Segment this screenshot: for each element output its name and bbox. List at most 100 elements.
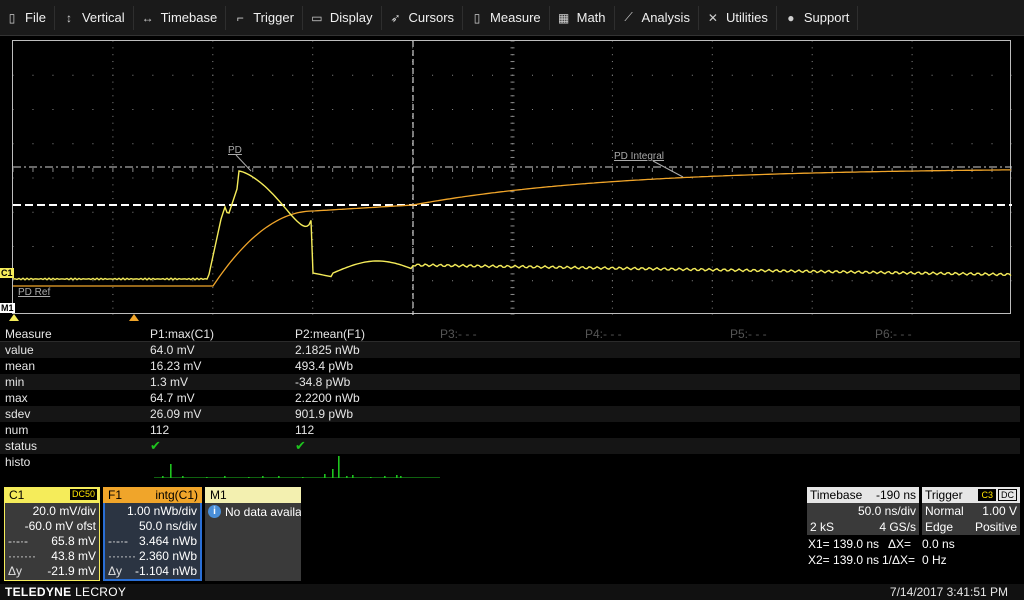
grid-dot <box>811 177 813 179</box>
grid-dot <box>811 163 813 165</box>
menu-vertical[interactable]: ↕ Vertical <box>55 5 134 30</box>
measure-row-max: max 64.7 mV 2.2200 nWb <box>0 390 1020 406</box>
grid-dot <box>811 259 813 261</box>
c1-pulse-trace <box>13 170 1012 281</box>
grid-dot <box>212 225 214 227</box>
menu-timebase[interactable]: ↔ Timebase <box>134 5 227 30</box>
menu-utilities[interactable]: ✕ Utilities <box>699 5 777 30</box>
menu-display[interactable]: ▭ Display <box>303 5 382 30</box>
grid-dot <box>252 74 254 76</box>
grid-dot <box>312 191 314 193</box>
grid-dot <box>651 211 653 213</box>
timebase-descriptor[interactable]: Timebase -190 ns 50.0 ns/div 2 kS 4 GS/s <box>807 487 919 535</box>
measure-param-p3[interactable]: P3:- - - <box>440 327 477 341</box>
grid-dot <box>631 177 633 179</box>
grid-dot <box>671 143 673 145</box>
measure-param-p2[interactable]: P2:mean(F1) <box>295 327 365 341</box>
grid-dot <box>911 280 913 282</box>
grid-dot <box>212 109 214 110</box>
m1-level-marker[interactable]: M1 <box>0 303 15 313</box>
grid-dot <box>911 122 913 124</box>
grid-dot <box>831 246 833 247</box>
menu-trigger[interactable]: ⌐ Trigger <box>226 5 303 30</box>
measure-row-label: num <box>5 423 29 437</box>
grid-dot <box>711 54 713 56</box>
grid-dot <box>811 143 813 145</box>
grid-dot <box>312 115 314 117</box>
grid-dot <box>392 280 394 282</box>
grid-dot <box>312 280 314 282</box>
grid-dot <box>711 156 713 158</box>
measure-param-p5[interactable]: P5:- - - <box>730 327 767 341</box>
grid-dot <box>232 246 234 247</box>
trigger-descriptor[interactable]: Trigger C3 DC Normal 1.00 V Edge Positive <box>922 487 1020 535</box>
f1-row-label: Δy <box>108 564 123 578</box>
measure-param-p6[interactable]: P6:- - - <box>875 327 912 341</box>
grid-dot <box>312 150 314 152</box>
menu-math[interactable]: ▦ Math <box>550 5 615 30</box>
grid-dot <box>711 218 713 220</box>
grid-dot <box>971 143 973 145</box>
grid-dot <box>332 211 334 213</box>
menu-cursors[interactable]: ➶ Cursors <box>382 5 464 30</box>
m1-descriptor[interactable]: M1 i No data availa <box>205 487 301 581</box>
grid-dot <box>172 211 174 213</box>
menu-analysis[interactable]: ⟋ Analysis <box>615 5 699 30</box>
analysis-chart-icon: ⟋ <box>624 10 633 24</box>
measure-value-p2: ✔ <box>295 438 306 453</box>
grid-dot <box>891 109 893 110</box>
grid-dot <box>611 74 613 76</box>
grid-dot <box>32 177 34 179</box>
grid-dot <box>272 177 274 179</box>
grid-dot <box>871 74 873 76</box>
menu-file[interactable]: ▯ File <box>0 5 55 30</box>
grid-dot <box>911 300 913 302</box>
grid-dot <box>591 109 593 110</box>
grid-dot <box>611 225 613 227</box>
grid-dot <box>971 211 973 213</box>
grid-dot <box>611 150 613 152</box>
grid-dot <box>492 211 494 213</box>
grid-dot <box>232 109 234 110</box>
grid-dot <box>372 143 374 145</box>
c1-level-marker[interactable]: C1 <box>0 268 14 278</box>
grid-dot <box>951 74 953 76</box>
grid-dot <box>312 54 314 56</box>
grid-dot <box>92 143 94 145</box>
f1-row-value: 2.360 nWb <box>138 549 197 563</box>
grid-dot <box>611 61 613 63</box>
menu-support[interactable]: ● Support <box>777 5 859 30</box>
grid-dot <box>711 184 713 186</box>
grid-dot <box>571 177 573 179</box>
grid-dot <box>811 109 813 110</box>
grid-dot <box>112 109 114 110</box>
grid-dot <box>212 156 214 158</box>
grid-dot <box>312 67 314 69</box>
grid-dot <box>531 246 533 247</box>
grid-dot <box>571 143 573 145</box>
grid-dot <box>811 273 813 275</box>
grid-dot <box>811 266 813 268</box>
measure-icon: ▯ <box>473 10 481 25</box>
grid-dot <box>212 67 214 69</box>
grid-dot <box>212 81 214 83</box>
grid-dot <box>871 109 873 110</box>
grid-dot <box>631 246 633 247</box>
grid-dot <box>112 136 114 138</box>
grid-dot <box>531 109 533 110</box>
grid-dot <box>711 225 713 227</box>
c1-descriptor[interactable]: C1 DC50 20.0 mV/div -60.0 mV ofst -·-·- 65.… <box>4 487 100 581</box>
grid-dot <box>651 74 653 76</box>
grid-dot <box>1011 246 1012 247</box>
measure-param-p1[interactable]: P1:max(C1) <box>150 327 214 341</box>
menu-measure[interactable]: ▯ Measure <box>463 5 550 30</box>
grid-dot <box>711 239 713 241</box>
grid-dot <box>212 191 214 193</box>
grid-dot <box>711 280 713 282</box>
grid-dot <box>412 191 414 193</box>
measure-param-p4[interactable]: P4:- - - <box>585 327 622 341</box>
f1-descriptor[interactable]: F1 intg(C1) 1.00 nWb/div 50.0 ns/div -·-·-… <box>103 487 202 581</box>
grid-dot <box>711 300 713 302</box>
grid-dot <box>272 280 274 282</box>
waveform-grid[interactable]: PD PD Integral PD Ref <box>12 40 1012 315</box>
